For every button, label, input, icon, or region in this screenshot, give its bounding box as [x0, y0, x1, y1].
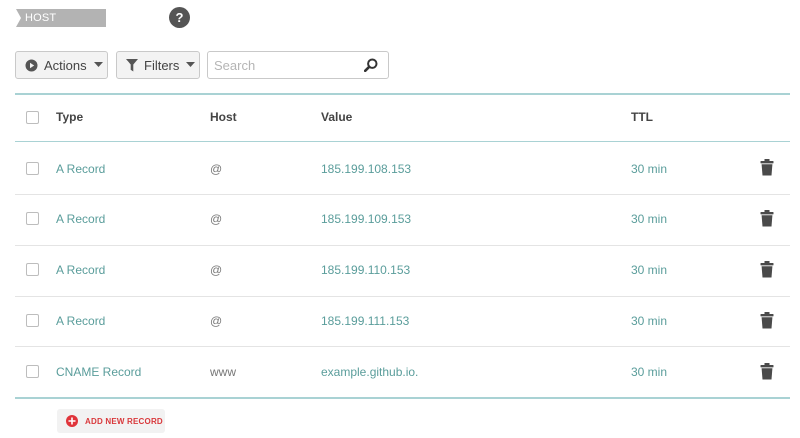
add-new-record-label: ADD NEW RECORD	[85, 416, 163, 426]
plus-circle-icon	[66, 415, 78, 427]
section-title-tag: HOST RECORDS	[16, 9, 106, 42]
record-host: @	[210, 162, 223, 176]
caret-down-icon	[93, 62, 103, 68]
row-divider	[15, 296, 790, 297]
record-value: 185.199.110.153	[321, 263, 411, 277]
trash-icon[interactable]	[760, 312, 774, 334]
record-type: A Record	[56, 212, 106, 226]
row-divider	[15, 245, 790, 246]
column-header-host: Host	[210, 110, 237, 124]
record-value: 185.199.111.153	[321, 314, 410, 328]
record-value: example.github.io.	[321, 365, 419, 379]
record-ttl: 30 min	[631, 314, 668, 328]
trash-icon[interactable]	[760, 363, 774, 385]
record-ttl: 30 min	[631, 365, 668, 379]
record-value: 185.199.109.153	[321, 212, 412, 226]
record-host: @	[210, 212, 223, 226]
table-top-rule	[15, 93, 790, 95]
record-host: @	[210, 263, 223, 277]
search-box[interactable]	[207, 51, 389, 79]
record-value: 185.199.108.153	[321, 162, 412, 176]
record-ttl: 30 min	[631, 263, 668, 277]
record-host: @	[210, 314, 223, 328]
column-header-value: Value	[321, 110, 353, 124]
column-header-ttl: TTL	[631, 110, 653, 124]
row-checkbox[interactable]	[26, 212, 39, 225]
row-checkbox[interactable]	[26, 365, 39, 378]
actions-label: Actions	[44, 57, 87, 73]
filters-label: Filters	[144, 57, 180, 73]
table-bottom-rule	[15, 397, 790, 399]
record-ttl: 30 min	[631, 212, 668, 226]
row-divider	[15, 194, 790, 195]
help-icon[interactable]: ?	[169, 7, 190, 28]
add-new-record-button[interactable]: ADD NEW RECORD	[57, 409, 165, 433]
filters-dropdown-button[interactable]: Filters	[116, 51, 200, 79]
filter-icon	[126, 58, 138, 72]
play-circle-icon	[25, 59, 38, 72]
row-divider	[15, 346, 790, 347]
column-header-type: Type	[56, 110, 84, 124]
caret-down-icon	[186, 62, 196, 68]
record-ttl: 30 min	[631, 162, 668, 176]
row-checkbox[interactable]	[26, 314, 39, 327]
row-checkbox[interactable]	[26, 162, 39, 175]
search-icon[interactable]	[363, 58, 378, 77]
trash-icon[interactable]	[760, 210, 774, 232]
record-type: CNAME Record	[56, 365, 142, 379]
table-header-rule	[15, 141, 790, 142]
trash-icon[interactable]	[760, 261, 774, 283]
record-type: A Record	[56, 314, 106, 328]
trash-icon[interactable]	[760, 159, 774, 181]
record-type: A Record	[56, 162, 106, 176]
search-input[interactable]	[214, 57, 354, 73]
row-checkbox[interactable]	[26, 263, 39, 276]
select-all-checkbox[interactable]	[26, 111, 39, 124]
record-type: A Record	[56, 263, 106, 277]
record-host: www	[210, 365, 236, 379]
actions-dropdown-button[interactable]: Actions	[15, 51, 108, 79]
